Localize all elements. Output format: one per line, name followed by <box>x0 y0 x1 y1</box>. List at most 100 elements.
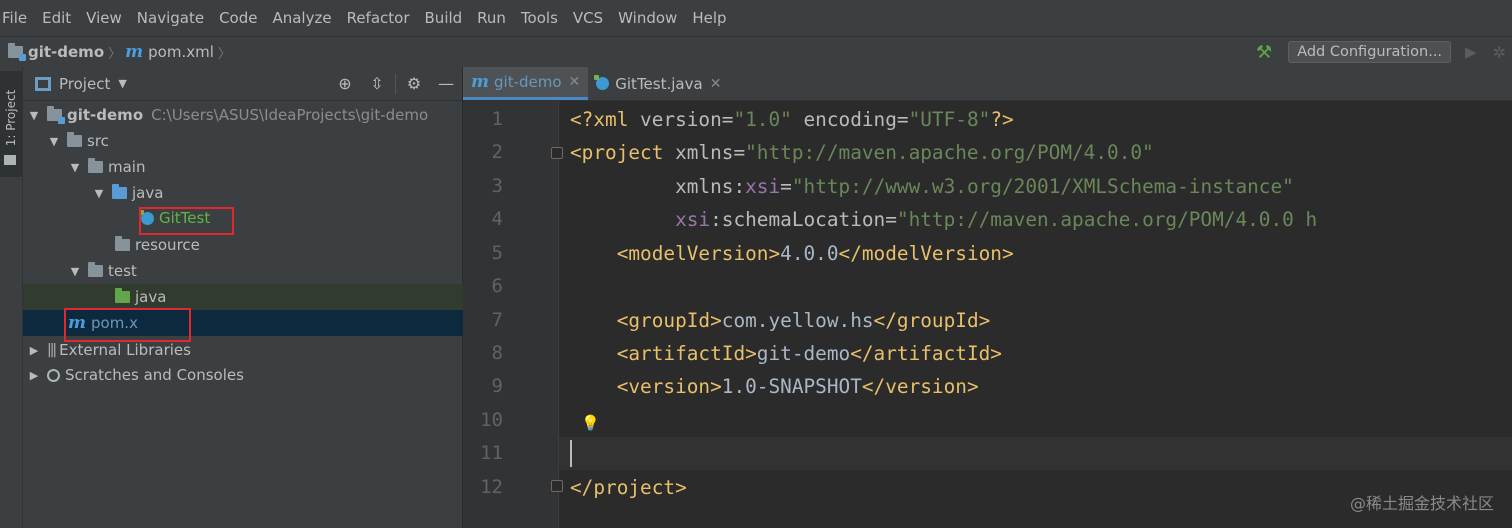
tree-item-scratches[interactable]: ▶ Scratches and Consoles <box>23 362 466 388</box>
code-token: "http://www.w3.org/2001/XMLSchema-instan… <box>791 175 1294 198</box>
expand-arrow-icon[interactable]: ▼ <box>92 187 106 200</box>
code-token: </project> <box>570 476 687 499</box>
project-tool-window-tab[interactable]: 1: Project <box>0 71 22 177</box>
editor-area: m git-demo ✕ GitTest.java ✕ 1 2 3 4 5 6 … <box>463 67 1512 528</box>
menu-edit[interactable]: Edit <box>34 9 78 27</box>
code-line-5[interactable]: <modelVersion>4.0.0</modelVersion> <box>570 237 1014 270</box>
expand-arrow-icon[interactable]: ▼ <box>68 161 82 174</box>
close-icon[interactable]: ✕ <box>710 76 722 92</box>
tab-label: git-demo <box>494 73 562 91</box>
menu-navigate[interactable]: Navigate <box>129 9 211 27</box>
tab-pom[interactable]: m git-demo ✕ <box>463 67 589 100</box>
tree-item-label: resource <box>135 236 200 254</box>
code-token: xsi <box>745 175 781 198</box>
collapse-all-icon[interactable]: ⇳ <box>361 74 393 93</box>
watermark: @稀土掘金技术社区 <box>1349 494 1494 513</box>
tree-item-label: src <box>87 132 109 150</box>
code-line-8[interactable]: <artifactId>git-demo</artifactId> <box>570 337 1002 370</box>
tab-label: GitTest.java <box>615 74 703 93</box>
code-token: </artifactId> <box>850 342 1002 365</box>
tree-item-src[interactable]: ▼ src <box>23 128 486 154</box>
folder-icon <box>67 132 82 147</box>
toolbar-divider <box>395 73 396 94</box>
code-line-1[interactable]: <?xml version="1.0" encoding="UTF-8"?> <box>570 103 1014 136</box>
menu-tools[interactable]: Tools <box>513 9 565 27</box>
expand-arrow-icon[interactable]: ▶ <box>27 369 41 382</box>
line-number: 10 <box>480 409 503 431</box>
project-folder-icon <box>8 43 26 61</box>
line-number: 1 <box>491 108 503 130</box>
fold-marker-icon[interactable] <box>551 480 563 492</box>
code-line-3[interactable]: xmlns:xsi="http://www.w3.org/2001/XMLSch… <box>570 170 1294 203</box>
code-line-7[interactable]: <groupId>com.yellow.hs</groupId> <box>570 304 991 337</box>
menu-vcs[interactable]: VCS <box>565 9 610 27</box>
menu-analyze[interactable]: Analyze <box>264 9 338 27</box>
java-class-icon <box>594 75 610 90</box>
tree-item-main[interactable]: ▼ main <box>23 154 507 180</box>
menu-refactor[interactable]: Refactor <box>339 9 417 27</box>
code-line-2[interactable]: <project xmlns="http://maven.apache.org/… <box>570 136 1154 169</box>
build-hammer-icon[interactable]: ⚒ <box>1256 42 1272 63</box>
menu-help[interactable]: Help <box>684 9 733 27</box>
project-panel: Project ▼ ⊕ ⇳ ⚙ — ▼ git-demo C:\Users\AS… <box>23 67 554 528</box>
code-token: 1.0-SNAPSHOT <box>721 375 862 398</box>
code-token: xmlns= <box>675 141 746 164</box>
line-number: 12 <box>480 476 503 498</box>
tree-item-external-libraries[interactable]: ▶ ||| External Libraries <box>23 337 466 363</box>
expand-arrow-icon[interactable]: ▼ <box>68 265 82 278</box>
close-icon[interactable]: ✕ <box>569 74 581 90</box>
breadcrumb-project[interactable]: git-demo <box>8 43 104 61</box>
menu-bar: File Edit View Navigate Code Analyze Ref… <box>0 0 1512 36</box>
folder-icon <box>4 155 16 165</box>
code-line-4[interactable]: xsi:schemaLocation="http://maven.apache.… <box>570 203 1317 236</box>
breadcrumb-project-label: git-demo <box>28 43 105 61</box>
debug-icon[interactable]: ✲ <box>1493 43 1506 62</box>
menu-run[interactable]: Run <box>469 9 513 27</box>
tree-item-root[interactable]: ▼ git-demo C:\Users\ASUS\IdeaProjects\gi… <box>23 102 466 128</box>
code-token: <project <box>570 141 676 164</box>
code-token: <modelVersion> <box>616 242 781 265</box>
line-number: 7 <box>491 309 503 331</box>
expand-arrow-icon[interactable]: ▼ <box>47 135 61 148</box>
tree-item-label: test <box>108 262 137 280</box>
code-line-12[interactable]: </project> <box>570 471 687 504</box>
locate-file-icon[interactable]: ⊕ <box>329 74 361 93</box>
code-token: xmlns: <box>675 175 746 198</box>
menu-window[interactable]: Window <box>610 9 684 27</box>
code-token: <artifactId> <box>616 342 757 365</box>
line-number: 9 <box>491 375 503 397</box>
code-token: <version> <box>616 375 722 398</box>
scratches-icon <box>47 368 60 382</box>
minimize-icon[interactable]: — <box>430 74 462 93</box>
code-token: "UTF-8" <box>908 108 991 131</box>
code-token: 4.0.0 <box>780 242 839 265</box>
code-token: :schemaLocation= <box>710 208 897 231</box>
project-view-selector[interactable]: Project <box>59 75 110 93</box>
line-number: 2 <box>491 141 503 163</box>
code-line-9[interactable]: <version>1.0-SNAPSHOT</version> <box>570 370 979 403</box>
test-folder-icon <box>115 288 130 303</box>
code-token: xsi <box>675 208 711 231</box>
navigation-bar: git-demo 〉 m pom.xml 〉 ⚒ Add Configurati… <box>0 36 1512 68</box>
add-configuration-button[interactable]: Add Configuration... <box>1288 41 1452 63</box>
run-icon[interactable]: ▶ <box>1465 43 1477 61</box>
breadcrumb-file[interactable]: m pom.xml <box>125 42 214 62</box>
tree-item-label: External Libraries <box>59 341 191 359</box>
tree-item-java[interactable]: ▼ java <box>23 180 531 206</box>
fold-marker-icon[interactable] <box>551 147 563 159</box>
menu-view[interactable]: View <box>78 9 129 27</box>
expand-arrow-icon[interactable]: ▶ <box>27 344 41 357</box>
source-folder-icon <box>112 184 127 199</box>
tab-gittest[interactable]: GitTest.java ✕ <box>588 67 729 100</box>
menu-code[interactable]: Code <box>211 9 264 27</box>
lightbulb-icon[interactable]: 💡 <box>581 414 600 432</box>
tree-item-test[interactable]: ▼ test <box>23 258 507 284</box>
menu-build[interactable]: Build <box>417 9 470 27</box>
line-number: 5 <box>491 242 503 264</box>
chevron-down-icon[interactable]: ▼ <box>118 77 126 90</box>
menu-file[interactable]: File <box>0 9 34 27</box>
folder-icon <box>88 158 103 173</box>
expand-arrow-icon[interactable]: ▼ <box>27 109 41 122</box>
highlight-box <box>139 207 234 235</box>
gear-icon[interactable]: ⚙ <box>398 74 430 93</box>
